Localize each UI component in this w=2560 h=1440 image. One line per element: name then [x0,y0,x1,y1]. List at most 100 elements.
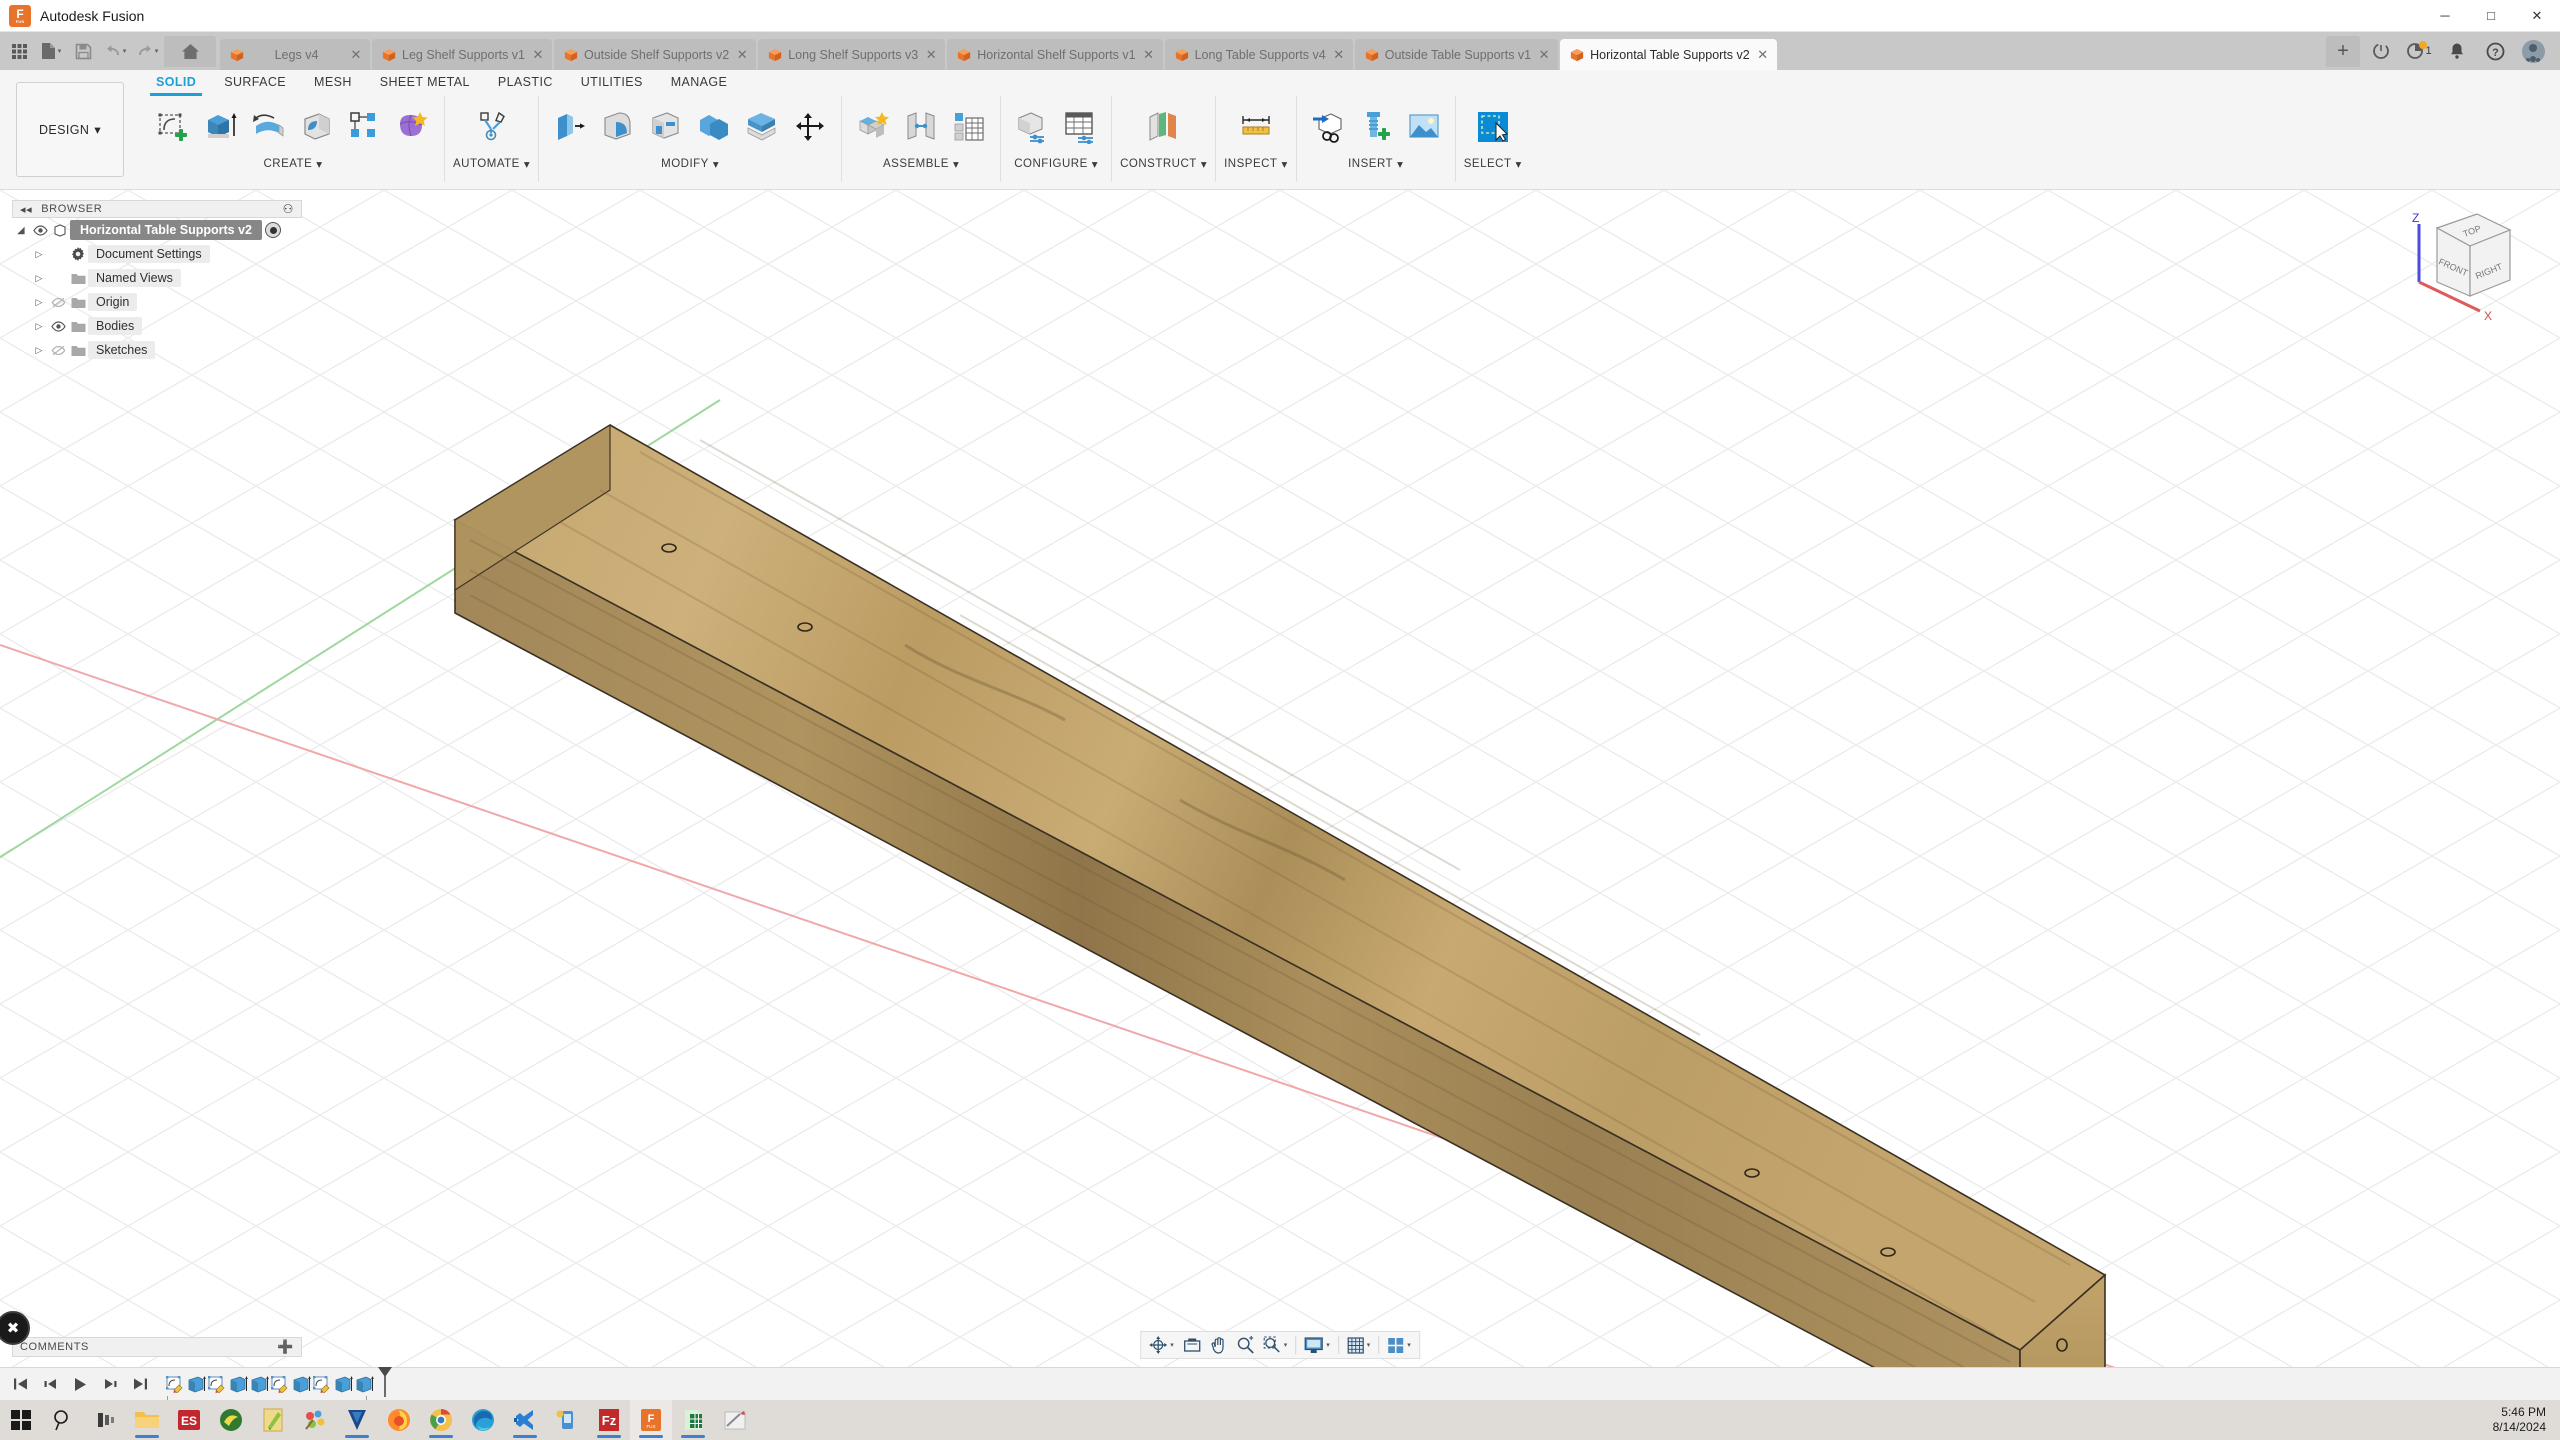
sweep-icon[interactable] [294,104,340,150]
grid-snap-icon[interactable]: ▾ [1343,1333,1375,1357]
collapse-left-icon[interactable]: ◂◂ [20,203,32,216]
chevron-down-icon[interactable]: ▾ [1284,1341,1288,1349]
eye-hidden-icon[interactable] [48,297,68,308]
look-at-icon[interactable] [1179,1333,1205,1357]
document-tab[interactable]: Horizontal Table Supports v2 ✕ [1560,39,1777,70]
avatar[interactable] [2516,36,2550,67]
joint-icon[interactable] [898,104,944,150]
measure-icon[interactable] [1233,104,1279,150]
chevron-down-icon[interactable]: ▾ [316,157,322,171]
sketch-feature-icon[interactable] [207,1372,228,1396]
taskbar-search-icon[interactable] [42,1400,84,1440]
chevron-down-icon[interactable]: ▾ [524,157,530,171]
close-icon[interactable]: ✕ [531,47,545,63]
chevron-down-icon[interactable]: ▾ [1201,157,1207,171]
extrude-feature-icon[interactable] [333,1372,354,1396]
sketch-feature-icon[interactable] [312,1372,333,1396]
taskbar-fusion-icon[interactable]: F FUS [630,1400,672,1440]
browser-node[interactable]: ▷ Document Settings [12,242,302,266]
configure-table-icon[interactable] [1057,104,1103,150]
ribbon-tab-manage[interactable]: MANAGE [657,72,742,96]
insert-canvas-icon[interactable] [1401,104,1447,150]
zoom-window-icon[interactable]: ▾ [1259,1333,1292,1357]
chevron-down-icon[interactable]: ▾ [953,157,959,171]
document-tab[interactable]: Long Shelf Supports v3 ✕ [758,39,946,70]
construct-plane-icon[interactable] [1141,104,1187,150]
twisty-closed-icon[interactable]: ▷ [30,345,48,356]
chevron-down-icon[interactable]: ▾ [1092,157,1098,171]
chevron-down-icon[interactable]: ▾ [1515,157,1521,171]
chevron-down-icon[interactable]: ▾ [713,157,719,171]
taskbar-vscode-icon[interactable] [504,1400,546,1440]
document-tab[interactable]: Outside Shelf Supports v2 ✕ [554,39,757,70]
app-grid-icon[interactable] [4,36,34,66]
eye-hidden-icon[interactable] [48,345,68,356]
move-copy-icon[interactable] [787,104,833,150]
insert-derive-icon[interactable] [1305,104,1351,150]
fillet-icon[interactable] [595,104,641,150]
document-tab[interactable]: Horizontal Shelf Supports v1 ✕ [947,39,1163,70]
bell-icon[interactable] [2440,36,2474,67]
taskbar-task-view-icon[interactable] [84,1400,126,1440]
taskbar-notepad-plus-icon[interactable] [252,1400,294,1440]
configure-part-icon[interactable] [1009,104,1055,150]
new-component-icon[interactable] [850,104,896,150]
activate-component-icon[interactable] [265,222,282,238]
ribbon-tab-utilities[interactable]: UTILITIES [567,72,657,96]
browser-node[interactable]: ▷ Bodies [12,314,302,338]
chevron-down-icon[interactable]: ▾ [123,47,127,55]
home-tab-button[interactable] [164,35,216,67]
taskbar-file-explorer-icon[interactable] [126,1400,168,1440]
document-tab[interactable]: Leg Shelf Supports v1 ✕ [372,39,552,70]
insert-mcmaster-icon[interactable] [1353,104,1399,150]
browser-node[interactable]: ◢ Horizontal Table Supports v2 [12,218,302,242]
taskbar-firefox-icon[interactable] [378,1400,420,1440]
close-icon[interactable]: ✕ [1142,47,1156,63]
new-tab-button[interactable]: + [2326,35,2360,67]
step-forward-icon[interactable] [98,1372,122,1396]
orbit-icon[interactable]: ▾ [1145,1333,1178,1357]
assemble-list-icon[interactable] [946,104,992,150]
ribbon-tab-plastic[interactable]: PLASTIC [484,72,567,96]
step-back-icon[interactable] [38,1372,62,1396]
minimize-panel-icon[interactable]: ⚇ [283,202,294,216]
taskbar-clock[interactable]: 5:46 PM 8/14/2024 [2493,1405,2560,1435]
extrude-feature-icon[interactable] [249,1372,270,1396]
combine-icon[interactable] [691,104,737,150]
chevron-down-icon[interactable]: ▾ [1397,157,1403,171]
close-icon[interactable]: ✕ [735,47,749,63]
view-cube[interactable]: TOP FRONT RIGHT Z X [2392,198,2522,328]
offset-face-icon[interactable] [739,104,785,150]
maximize-button[interactable]: □ [2468,0,2514,32]
twisty-closed-icon[interactable]: ▷ [30,249,48,260]
browser-node[interactable]: ▷ Origin [12,290,302,314]
chevron-down-icon[interactable]: ▾ [1326,1341,1330,1349]
taskbar-winscp-icon[interactable] [546,1400,588,1440]
taskbar-sketchup-icon[interactable] [714,1400,756,1440]
ribbon-tab-mesh[interactable]: MESH [300,72,366,96]
extrude-feature-icon[interactable] [228,1372,249,1396]
save-icon[interactable] [68,36,98,66]
close-icon[interactable]: ✕ [1537,47,1551,63]
close-icon[interactable]: ✕ [349,47,363,63]
viewports-icon[interactable]: ▾ [1383,1333,1415,1357]
viewport-canvas[interactable]: ◂◂ BROWSER ⚇ ◢ Horizontal Table Supports … [0,190,2560,1367]
ribbon-tab-surface[interactable]: SURFACE [210,72,300,96]
eye-visible-icon[interactable] [30,224,50,236]
taskbar-edge-icon[interactable] [462,1400,504,1440]
go-to-start-icon[interactable] [8,1372,32,1396]
extrude-icon[interactable] [198,104,244,150]
chevron-down-icon[interactable]: ▾ [1367,1341,1371,1349]
minimize-button[interactable]: ─ [2422,0,2468,32]
taskbar-chrome-icon[interactable] [420,1400,462,1440]
extrude-feature-icon[interactable] [186,1372,207,1396]
press-pull-icon[interactable] [547,104,593,150]
automate-icon[interactable] [469,104,515,150]
extrude-feature-icon[interactable] [354,1372,375,1396]
twisty-closed-icon[interactable]: ▷ [30,297,48,308]
revolve-icon[interactable] [246,104,292,150]
taskbar-start-button[interactable] [0,1400,42,1440]
redo-icon[interactable]: ▾ [132,36,162,66]
ribbon-tab-solid[interactable]: SOLID [142,72,210,96]
browser-node[interactable]: ▷ Named Views [12,266,302,290]
